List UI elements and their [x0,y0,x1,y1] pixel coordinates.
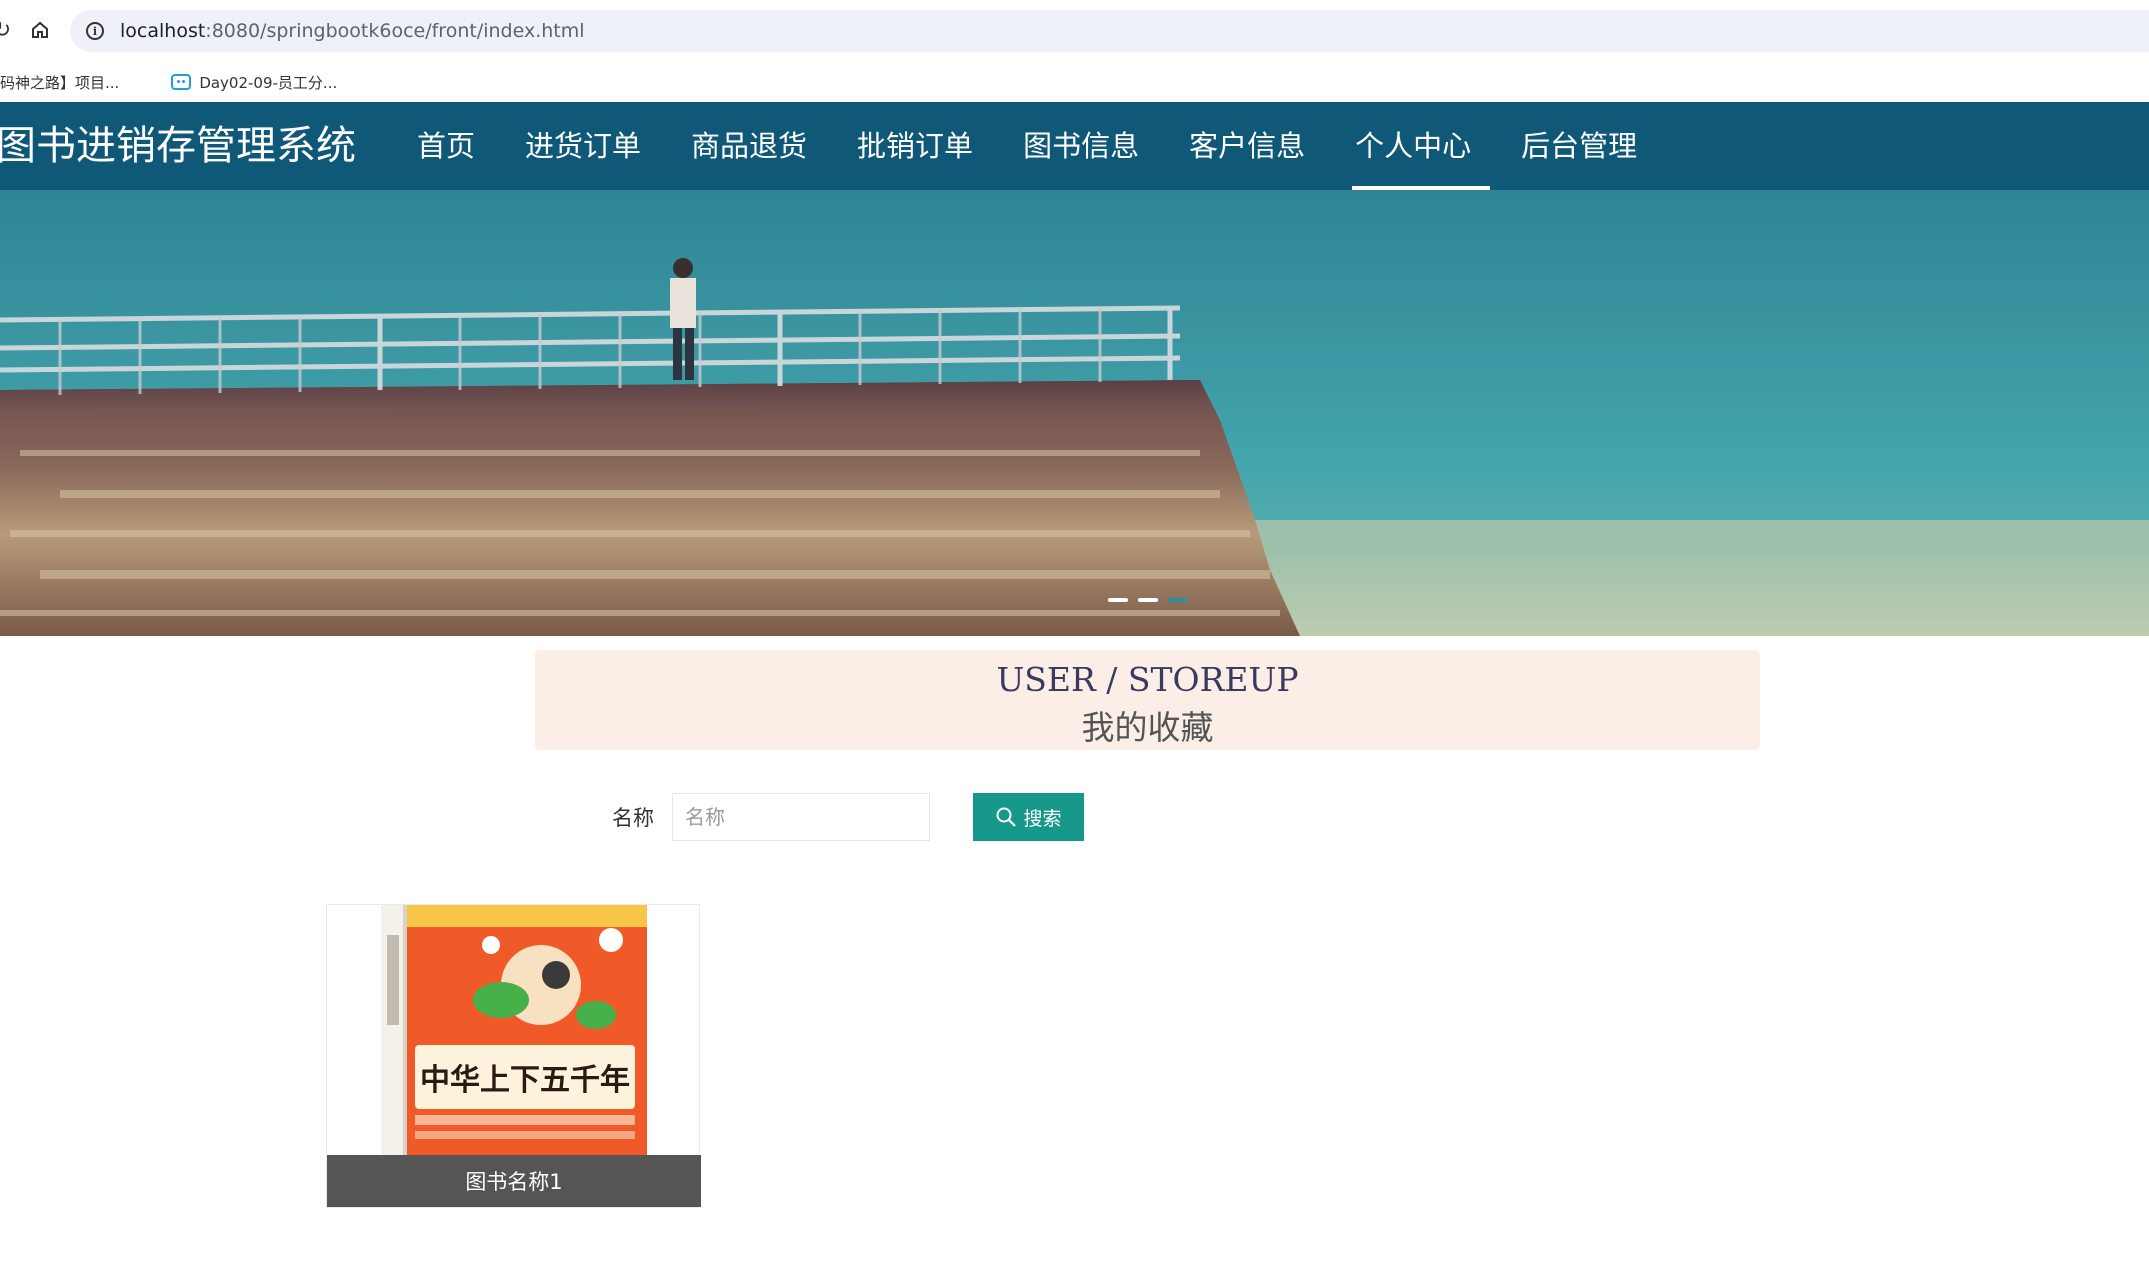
nav-returns[interactable]: 商品退货 [672,102,826,190]
site-title: 图书进销存管理系统 [0,123,356,169]
bookmark-item[interactable]: Day02-09-员工分... [171,72,337,93]
main-nav: 首页 进货订单 商品退货 批销订单 图书信息 客户信息 个人中心 后台管理 [398,102,1668,190]
banner-carousel[interactable] [0,190,2149,636]
carousel-indicators [1108,598,1188,602]
favorite-item-card[interactable]: 中华上下五千年 图书名称1 [326,904,701,1208]
address-bar[interactable]: i localhost:8080/springbootk6oce/front/i… [70,10,2149,52]
search-label: 名称 [612,806,654,830]
site-header: 图书进销存管理系统 首页 进货订单 商品退货 批销订单 图书信息 客户信息 个人… [0,102,2149,190]
bookmark-item[interactable]: 码神之路】项目... [0,72,119,93]
home-icon[interactable] [24,14,56,46]
search-icon [996,807,1017,827]
site-info-icon[interactable]: i [86,22,104,40]
nav-customer-info[interactable]: 客户信息 [1170,102,1324,190]
nav-home[interactable]: 首页 [398,102,494,190]
url-text: localhost:8080/springbootk6oce/front/ind… [120,20,585,42]
nav-purchase-orders[interactable]: 进货订单 [506,102,660,190]
book-cover: 中华上下五千年 [381,905,647,1157]
bookmark-label: Day02-09-员工分... [199,73,338,92]
carousel-dot[interactable] [1138,598,1158,602]
search-button-label: 搜索 [1023,807,1062,830]
nav-admin[interactable]: 后台管理 [1502,102,1656,190]
carousel-dot[interactable] [1168,598,1188,602]
banner-image [0,190,2149,636]
favorite-item-name[interactable]: 图书名称1 [327,1155,701,1207]
section-heading: USER / STOREUP 我的收藏 [535,650,1760,750]
nav-wholesale-orders[interactable]: 批销订单 [838,102,992,190]
name-search-input[interactable] [672,793,930,841]
reload-icon[interactable]: ↻ [0,14,18,46]
bilibili-icon [171,74,192,90]
section-title-cn: 我的收藏 [1081,708,1214,747]
carousel-dot[interactable] [1108,598,1128,602]
book-cover-title: 中华上下五千年 [420,1063,630,1098]
search-button[interactable]: 搜索 [973,793,1084,841]
bookmarks-bar: 码神之路】项目... Day02-09-员工分... [0,62,2149,102]
bookmark-label: 码神之路】项目... [0,73,120,92]
browser-toolbar: ↻ i localhost:8080/springbootk6oce/front… [0,0,2149,62]
nav-book-info[interactable]: 图书信息 [1004,102,1158,190]
nav-personal-center[interactable]: 个人中心 [1336,102,1491,190]
search-form: 名称 搜索 [612,793,1084,841]
section-title-en: USER / STOREUP [996,660,1299,699]
